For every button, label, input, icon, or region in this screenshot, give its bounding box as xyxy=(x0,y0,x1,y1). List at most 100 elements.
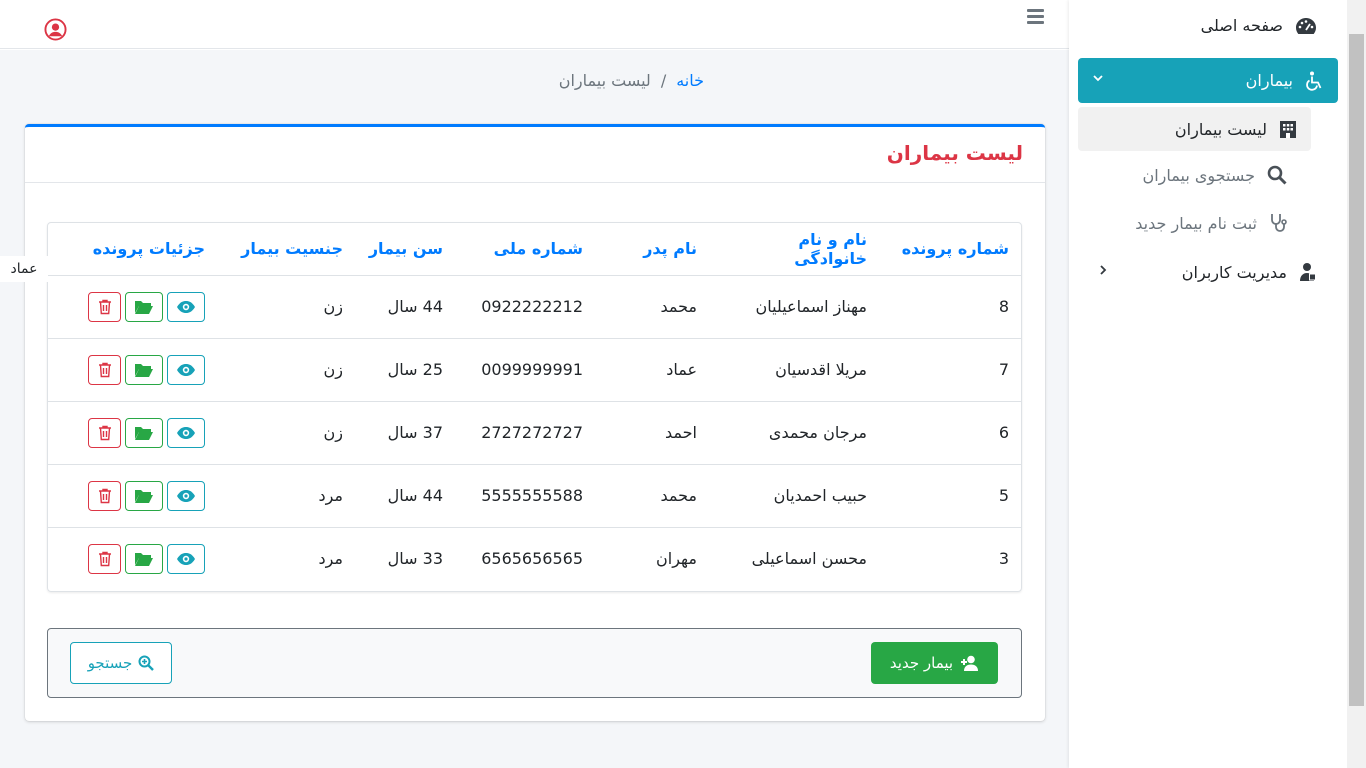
patients-table-container: شماره پرونده نام و نام خانوادگی نام پدر … xyxy=(47,222,1022,592)
user-plus-icon xyxy=(961,655,979,671)
open-file-button[interactable] xyxy=(125,543,163,574)
vertical-scrollbar[interactable] xyxy=(1347,0,1366,768)
chevron-right-icon xyxy=(1100,265,1107,275)
cell-father-name: مهران xyxy=(656,549,697,569)
cell-age: 44 سال xyxy=(355,275,455,339)
new-patient-label: بیمار جدید xyxy=(889,654,954,672)
col-header-father-name: نام پدر xyxy=(595,223,709,276)
table-header-row: شماره پرونده نام و نام خانوادگی نام پدر … xyxy=(48,223,1021,276)
col-header-full-name: نام و نام خانوادگی xyxy=(709,223,879,276)
eye-icon xyxy=(177,489,195,502)
cell-national-id: 5555555588 xyxy=(455,464,595,528)
scrollbar-thumb[interactable] xyxy=(1349,34,1364,706)
cell-national-id: 6565656565 xyxy=(481,549,583,569)
view-button[interactable] xyxy=(167,291,205,322)
search-label: جستجو xyxy=(87,654,133,672)
card-header: لیست بیماران xyxy=(25,127,1045,183)
cell-gender: زن xyxy=(217,275,355,339)
sidebar: صفحه اصلی بیماران لیست بیماران جستجوی بی… xyxy=(1069,0,1347,768)
view-button[interactable] xyxy=(167,543,205,574)
eye-icon xyxy=(177,552,195,565)
user-circle-icon[interactable] xyxy=(44,18,67,41)
table-row: 3 محسن اسماعیلی مهران 6565656565 33 سال … xyxy=(48,527,1021,590)
cell-actions xyxy=(48,464,217,528)
cell-full-name: مریلا اقدسیان xyxy=(709,338,879,402)
user-shield-icon xyxy=(1300,263,1316,281)
sidebar-item-label: ثبت نام بیمار جدید xyxy=(1135,213,1257,233)
floating-tooltip: عماد xyxy=(0,256,48,282)
sidebar-item-label: صفحه اصلی xyxy=(1200,16,1283,35)
wheelchair-icon xyxy=(1306,71,1322,91)
cell-age: 37 سال xyxy=(355,401,455,465)
sidebar-item-patients-register[interactable]: ثبت نام بیمار جدید xyxy=(1135,213,1287,233)
view-button[interactable] xyxy=(167,480,205,511)
eye-icon xyxy=(177,426,195,439)
sidebar-item-patients-list[interactable]: لیست بیماران xyxy=(1078,107,1311,151)
stethoscope-icon xyxy=(1271,214,1287,232)
cell-gender: مرد xyxy=(217,464,355,528)
open-file-button[interactable] xyxy=(125,480,163,511)
col-header-file-details: جزئیات پرونده xyxy=(48,223,217,276)
delete-button[interactable] xyxy=(88,417,121,448)
delete-button[interactable] xyxy=(88,480,121,511)
trash-icon xyxy=(98,488,111,503)
open-file-button[interactable] xyxy=(125,354,163,385)
cell-national-id: 0922222212 xyxy=(455,275,595,339)
sidebar-item-label: مدیریت کاربران xyxy=(1181,262,1287,282)
cell-age: 33 سال xyxy=(387,549,443,569)
eye-icon xyxy=(177,300,195,313)
cell-file-number: 3 xyxy=(998,549,1009,569)
folder-open-icon xyxy=(135,426,153,440)
cell-actions xyxy=(48,275,217,339)
cell-father-name: محمد xyxy=(595,464,709,528)
col-header-age: سن بیمار xyxy=(355,223,455,276)
cell-full-name: مرجان محمدی xyxy=(709,401,879,465)
eye-icon xyxy=(177,363,195,376)
search-plus-icon xyxy=(138,655,155,671)
cell-gender: زن xyxy=(217,401,355,465)
folder-open-icon xyxy=(135,489,153,503)
col-header-national-id: شماره ملی xyxy=(455,223,595,276)
view-button[interactable] xyxy=(167,417,205,448)
cell-gender: زن xyxy=(217,338,355,402)
open-file-button[interactable] xyxy=(125,291,163,322)
cell-full-name: مهناز اسماعیلیان xyxy=(709,275,879,339)
sidebar-item-patients-search[interactable]: جستجوی بیماران xyxy=(1142,165,1287,185)
cell-national-id: 2727272727 xyxy=(455,401,595,465)
chevron-down-icon xyxy=(1093,75,1103,82)
cell-national-id: 0099999991 xyxy=(455,338,595,402)
breadcrumb-separator: / xyxy=(660,71,667,90)
sidebar-item-patients[interactable]: بیماران xyxy=(1078,58,1338,103)
new-patient-button[interactable]: بیمار جدید xyxy=(871,642,998,684)
delete-button[interactable] xyxy=(88,543,121,574)
delete-button[interactable] xyxy=(88,354,121,385)
sidebar-item-label: بیماران xyxy=(1245,71,1293,90)
cell-file-number: 7 xyxy=(879,338,1021,402)
cell-actions xyxy=(48,338,217,402)
search-icon xyxy=(1267,165,1287,185)
sidebar-item-label: جستجوی بیماران xyxy=(1142,165,1255,185)
sidebar-item-home[interactable]: صفحه اصلی xyxy=(1201,16,1317,35)
cell-father-name: محمد xyxy=(595,275,709,339)
card-footer-actions: بیمار جدید جستجو xyxy=(47,628,1022,698)
patients-card: لیست بیماران شماره پرونده نام و نام خانو… xyxy=(25,124,1045,721)
top-navbar xyxy=(0,0,1069,49)
folder-open-icon xyxy=(135,300,153,314)
sidebar-item-user-management[interactable]: مدیریت کاربران xyxy=(1097,262,1317,282)
trash-icon xyxy=(98,362,111,377)
table-row: 8 مهناز اسماعیلیان محمد 0922222212 44 سا… xyxy=(48,275,1021,339)
breadcrumb-home-link[interactable]: خانه xyxy=(676,71,704,90)
trash-icon xyxy=(98,299,111,314)
breadcrumb: خانه / لیست بیماران xyxy=(559,71,704,90)
card-title: لیست بیماران xyxy=(886,141,1023,165)
search-button[interactable]: جستجو xyxy=(70,642,172,684)
hamburger-icon[interactable] xyxy=(1027,9,1044,24)
delete-button[interactable] xyxy=(88,291,121,322)
patients-table: شماره پرونده نام و نام خانوادگی نام پدر … xyxy=(48,223,1021,590)
open-file-button[interactable] xyxy=(125,417,163,448)
table-row: 6 مرجان محمدی احمد 2727272727 37 سال زن xyxy=(48,401,1021,465)
cell-age: 25 سال xyxy=(355,338,455,402)
cell-full-name: حبیب احمدیان xyxy=(709,464,879,528)
view-button[interactable] xyxy=(167,354,205,385)
folder-open-icon xyxy=(135,363,153,377)
